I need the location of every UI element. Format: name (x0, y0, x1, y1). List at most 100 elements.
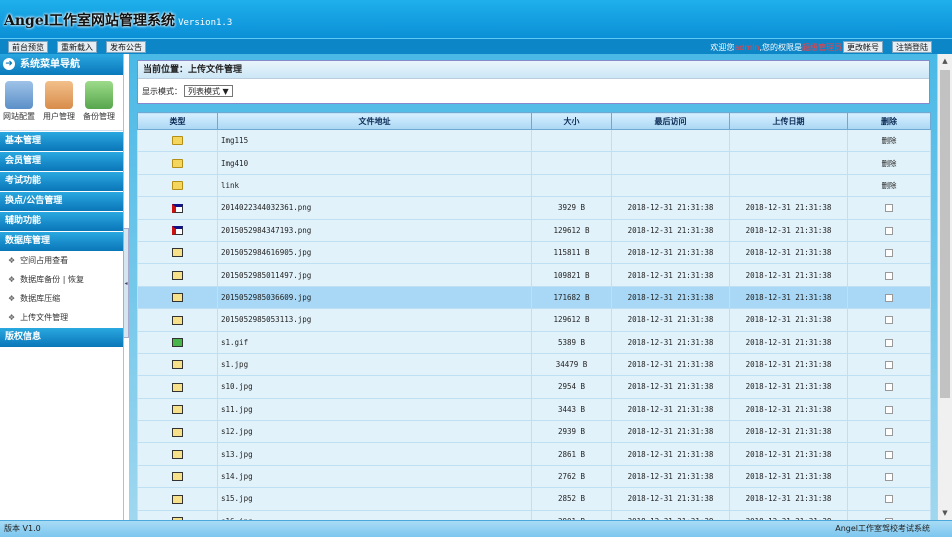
preview-button[interactable]: 前台预览 (8, 41, 48, 53)
cell-path[interactable]: s10.jpg (217, 375, 532, 399)
cell-path[interactable]: 2015052984347193.png (217, 218, 532, 242)
table-row[interactable]: s15.jpg 2852 B 2018-12-31 21:31:38 2018-12-… (137, 487, 931, 511)
table-row[interactable]: s14.jpg 2762 B 2018-12-31 21:31:38 2018-12-… (137, 464, 931, 489)
cell-access: 2018-12-31 21:31:38 (611, 397, 730, 422)
cell-path[interactable]: s15.jpg (217, 487, 532, 511)
cell-path[interactable]: s11.jpg (217, 397, 532, 422)
cell-path[interactable]: 2015052984616905.jpg (217, 240, 532, 265)
reload-button[interactable]: 重新载入 (57, 41, 97, 53)
delete-checkbox[interactable] (885, 293, 893, 302)
display-mode-select[interactable]: 列表模式 ▼ (184, 85, 233, 97)
nav-db-backup[interactable]: ❖ 数据库备份 | 恢复 (0, 270, 123, 289)
footer-version: 版本 V1.0 (4, 524, 41, 533)
cell-delete (847, 464, 931, 489)
table-row[interactable]: Img410 删除 (137, 151, 931, 175)
welcome-middle: ,您的权限是 (759, 43, 802, 52)
delete-checkbox[interactable] (885, 204, 893, 213)
table-row[interactable]: s10.jpg 2954 B 2018-12-31 21:31:38 2018-12-… (137, 375, 931, 399)
delete-link[interactable]: 删除 (882, 136, 897, 145)
delete-checkbox[interactable] (885, 383, 893, 392)
table-row[interactable]: s11.jpg 3443 B 2018-12-31 21:31:38 2018-12-… (137, 397, 931, 422)
quick-label: 备份管理 (83, 112, 115, 121)
delete-link[interactable]: 删除 (882, 181, 897, 190)
cell-path[interactable]: 2015052985053113.jpg (217, 308, 532, 332)
scroll-down-icon[interactable]: ▼ (941, 509, 949, 517)
table-row[interactable]: 2015052985011497.jpg 109821 B 2018-12-31 2… (137, 263, 931, 287)
delete-checkbox[interactable] (885, 316, 893, 325)
nav-assist[interactable]: 辅助功能 (0, 212, 123, 231)
vertical-scrollbar[interactable]: ▲ ▼ (937, 54, 952, 520)
cell-path[interactable]: link (217, 173, 532, 198)
table-row[interactable]: 2015052984347193.png 129612 B 2018-12-31 2… (137, 218, 931, 242)
folder-icon (172, 136, 183, 146)
table-row[interactable]: s1.gif 5389 B 2018-12-31 21:31:38 2018-12-3… (137, 330, 931, 354)
table-row[interactable]: s1.jpg 34479 B 2018-12-31 21:31:38 2018-12-… (137, 352, 931, 377)
delete-checkbox[interactable] (885, 361, 893, 370)
delete-checkbox[interactable] (885, 249, 893, 258)
quick-label: 网站配置 (3, 112, 35, 121)
publish-notice-button[interactable]: 发布公告 (106, 41, 146, 53)
cell-upload (729, 151, 848, 175)
scroll-thumb[interactable] (940, 70, 950, 398)
delete-checkbox[interactable] (885, 226, 893, 235)
cell-path[interactable]: 2014022344032361.png (217, 196, 532, 220)
main-area: 当前位置：上传文件管理 显示模式： 列表模式 ▼ 类型 文件地址 大小 最后访问 … (129, 54, 937, 534)
nav-title-text: 系统菜单导航 (20, 59, 80, 70)
nav-db-space[interactable]: ❖ 空间占用查看 (0, 251, 123, 270)
table-row[interactable]: 2015052985036609.jpg 171682 B 2018-12-31 2… (137, 285, 931, 310)
logout-button[interactable]: 注销登陆 (892, 41, 932, 53)
change-account-button[interactable]: 更改帐号 (843, 41, 883, 53)
nav-members[interactable]: 会员管理 (0, 152, 123, 171)
table-row[interactable]: s12.jpg 2939 B 2018-12-31 21:31:38 2018-12-… (137, 420, 931, 444)
nav-db-compress[interactable]: ❖ 数据库压缩 (0, 289, 123, 308)
quick-site-config[interactable]: 网站配置 (0, 81, 38, 122)
cell-delete (847, 308, 931, 332)
delete-checkbox[interactable] (885, 428, 893, 437)
cell-upload: 2018-12-31 21:31:38 (729, 218, 848, 242)
nav-basic[interactable]: 基本管理 (0, 132, 123, 151)
cell-type (137, 352, 218, 377)
cell-path[interactable]: s1.jpg (217, 352, 532, 377)
logo-text: 工作室网站管理系统 (49, 13, 176, 29)
cell-access: 2018-12-31 21:31:38 (611, 375, 730, 399)
table-row[interactable]: Img115 删除 (137, 128, 931, 153)
table-row[interactable]: 2015052985053113.jpg 129612 B 2018-12-31 2… (137, 308, 931, 332)
cell-path[interactable]: s12.jpg (217, 420, 532, 444)
nav-database[interactable]: 数据库管理 (0, 232, 123, 251)
jpg-file-icon (172, 382, 183, 392)
cell-path[interactable]: 2015052985011497.jpg (217, 263, 532, 287)
delete-checkbox[interactable] (885, 338, 893, 347)
delete-checkbox[interactable] (885, 405, 893, 414)
nav-notice[interactable]: 换点/公告管理 (0, 192, 123, 211)
delete-checkbox[interactable] (885, 495, 893, 504)
delete-checkbox[interactable] (885, 450, 893, 459)
nav-item-label: 上传文件管理 (20, 313, 69, 322)
scroll-up-icon[interactable]: ▲ (941, 57, 949, 65)
delete-link[interactable]: 删除 (882, 159, 897, 168)
nav-copyright[interactable]: 版权信息 (0, 328, 123, 347)
cell-upload: 2018-12-31 21:31:38 (729, 464, 848, 489)
quick-label: 用户管理 (43, 112, 75, 121)
cell-size: 3929 B (531, 196, 612, 220)
cell-upload: 2018-12-31 21:31:38 (729, 420, 848, 444)
quick-user-manage[interactable]: 用户管理 (40, 81, 78, 122)
cell-path[interactable]: s14.jpg (217, 464, 532, 489)
nav-exam[interactable]: 考试功能 (0, 172, 123, 191)
cell-path[interactable]: s1.gif (217, 330, 532, 354)
delete-checkbox[interactable] (885, 271, 893, 280)
cell-path[interactable]: s13.jpg (217, 442, 532, 466)
quick-actions: 网站配置 用户管理 备份管理 (0, 75, 123, 131)
cell-path[interactable]: Img410 (217, 151, 532, 175)
cell-type (137, 442, 218, 466)
table-row[interactable]: link 删除 (137, 173, 931, 198)
display-mode-label: 显示模式： (142, 87, 182, 96)
nav-db-upload[interactable]: ❖ 上传文件管理 (0, 308, 123, 327)
cell-delete: 删除 (847, 151, 931, 175)
delete-checkbox[interactable] (885, 473, 893, 482)
quick-backup-manage[interactable]: 备份管理 (80, 81, 118, 122)
table-row[interactable]: s13.jpg 2861 B 2018-12-31 21:31:38 2018-12-… (137, 442, 931, 466)
cell-path[interactable]: 2015052985036609.jpg (217, 285, 532, 310)
table-row[interactable]: 2014022344032361.png 3929 B 2018-12-31 21:… (137, 196, 931, 220)
cell-path[interactable]: Img115 (217, 128, 532, 153)
table-row[interactable]: 2015052984616905.jpg 115811 B 2018-12-31 2… (137, 240, 931, 265)
